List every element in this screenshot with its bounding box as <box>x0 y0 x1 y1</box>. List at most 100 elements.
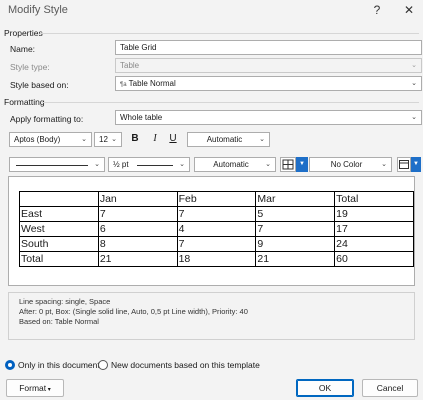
style-type-select: Table ⌄ <box>115 58 422 73</box>
table-cell: 24 <box>334 236 414 252</box>
table-cell: 19 <box>334 206 414 222</box>
apply-formatting-label: Apply formatting to: <box>10 114 84 124</box>
description-line: After: 0 pt, Box: (Single solid line, Au… <box>19 307 248 316</box>
properties-section-label: Properties <box>4 28 43 38</box>
font-select[interactable]: Aptos (Body) ⌄ <box>9 132 92 147</box>
borders-grid-icon <box>282 159 294 170</box>
table-cell: Jan <box>97 191 178 207</box>
chevron-down-icon: ⌄ <box>81 136 87 143</box>
line-weight-value: ½ pt <box>113 160 129 169</box>
based-on-select[interactable]: ¶a Table Normal ⌄ <box>115 76 422 91</box>
cancel-button[interactable]: Cancel <box>362 379 418 397</box>
dialog-title: Modify Style <box>8 4 68 16</box>
chevron-down-icon: ⌄ <box>111 136 117 143</box>
chevron-down-icon: ⌄ <box>94 161 100 168</box>
italic-button[interactable]: I <box>148 132 162 147</box>
border-style-select[interactable]: ⌄ <box>9 157 105 172</box>
table-cell: 7 <box>176 206 257 222</box>
border-color-select[interactable]: Automatic ⌄ <box>194 157 276 172</box>
font-color-select[interactable]: Automatic ⌄ <box>187 132 270 147</box>
chevron-down-icon: ⌄ <box>411 114 417 121</box>
table-row: West 6 4 7 17 <box>19 221 414 237</box>
table-cell: 7 <box>97 206 178 222</box>
table-properties-button[interactable] <box>397 157 411 172</box>
only-this-document-radio[interactable] <box>5 360 15 370</box>
table-cell: East <box>19 206 99 222</box>
ok-button[interactable]: OK <box>296 379 354 397</box>
chevron-down-icon: ⌄ <box>265 161 271 168</box>
style-type-value: Table <box>120 61 140 70</box>
font-color-value: Automatic <box>206 135 243 144</box>
table-row: Total 21 18 21 60 <box>19 251 414 267</box>
table-cell: 9 <box>255 236 336 252</box>
chevron-down-icon: ⌄ <box>381 161 387 168</box>
line-style-preview <box>16 165 88 166</box>
divider <box>42 102 419 103</box>
apply-formatting-value: Whole table <box>120 113 163 122</box>
format-button-label: Format <box>19 383 47 393</box>
based-on-label: Style based on: <box>10 80 69 90</box>
name-field[interactable]: Table Grid <box>115 40 422 55</box>
table-row: Jan Feb Mar Total <box>19 191 414 207</box>
chevron-down-icon: ⌄ <box>259 136 265 143</box>
close-button[interactable]: ✕ <box>398 1 420 19</box>
table-cell <box>19 191 99 207</box>
table-cell: South <box>19 236 99 252</box>
table-cell: 7 <box>176 236 257 252</box>
chevron-down-icon: ▼ <box>299 161 305 167</box>
style-description: Line spacing: single, Space After: 0 pt,… <box>8 292 415 340</box>
font-size-value: 12 <box>99 135 108 144</box>
table-cell: 4 <box>176 221 257 237</box>
border-color-value: Automatic <box>213 160 249 169</box>
formatting-section-label: Formatting <box>4 97 45 107</box>
new-documents-label[interactable]: New documents based on this template <box>111 360 260 370</box>
font-value: Aptos (Body) <box>14 135 61 144</box>
chevron-down-icon: ▼ <box>413 161 419 167</box>
underline-button[interactable]: U <box>166 132 180 147</box>
format-button[interactable]: Format ▾ <box>6 379 64 397</box>
font-size-select[interactable]: 12 ⌄ <box>94 132 122 147</box>
table-cell: 5 <box>255 206 336 222</box>
name-label: Name: <box>10 44 36 54</box>
table-cell: 6 <box>97 221 178 237</box>
table-cell: 60 <box>334 251 414 267</box>
table-cell: 8 <box>97 236 178 252</box>
table-cell: Feb <box>176 191 257 207</box>
borders-button[interactable] <box>280 157 296 172</box>
chevron-down-icon: ⌄ <box>411 80 417 87</box>
help-button[interactable]: ? <box>366 1 388 19</box>
style-type-label: Style type: <box>10 62 50 72</box>
table-layout-icon <box>399 160 409 169</box>
table-cell: Total <box>19 251 99 267</box>
shading-select[interactable]: No Color ⌄ <box>309 157 392 172</box>
only-this-document-label[interactable]: Only in this document <box>18 360 100 370</box>
table-row: East 7 7 5 19 <box>19 206 414 222</box>
table-cell: West <box>19 221 99 237</box>
divider <box>40 33 419 34</box>
chevron-down-icon: ⌄ <box>411 62 417 69</box>
borders-dropdown-button[interactable]: ▼ <box>296 157 308 172</box>
table-cell: Total <box>334 191 414 207</box>
dropdown-arrow-icon: ▾ <box>46 387 51 393</box>
line-weight-preview <box>137 165 173 166</box>
bold-button[interactable]: B <box>128 132 142 147</box>
new-documents-radio[interactable] <box>98 360 108 370</box>
table-row: South 8 7 9 24 <box>19 236 414 252</box>
based-on-value: Table Normal <box>128 79 176 88</box>
line-weight-select[interactable]: ½ pt ⌄ <box>108 157 190 172</box>
table-cell: 7 <box>255 221 336 237</box>
style-preview: Jan Feb Mar Total East 7 7 5 19 West 6 4 7 17 South 8 7 9… <box>8 176 415 286</box>
table-cell: 17 <box>334 221 414 237</box>
apply-formatting-select[interactable]: Whole table ⌄ <box>115 110 422 125</box>
table-style-icon: ¶a <box>120 82 127 88</box>
preview-table: Jan Feb Mar Total East 7 7 5 19 West 6 4 7 17 South 8 7 9… <box>19 191 414 267</box>
chevron-down-icon: ⌄ <box>179 161 185 168</box>
table-cell: Mar <box>255 191 336 207</box>
table-properties-dropdown[interactable]: ▼ <box>411 157 421 172</box>
shading-value: No Color <box>330 160 363 169</box>
table-cell: 21 <box>97 251 178 267</box>
table-cell: 21 <box>255 251 336 267</box>
description-line: Line spacing: single, Space <box>19 297 111 306</box>
description-line: Based on: Table Normal <box>19 317 99 326</box>
table-cell: 18 <box>176 251 257 267</box>
